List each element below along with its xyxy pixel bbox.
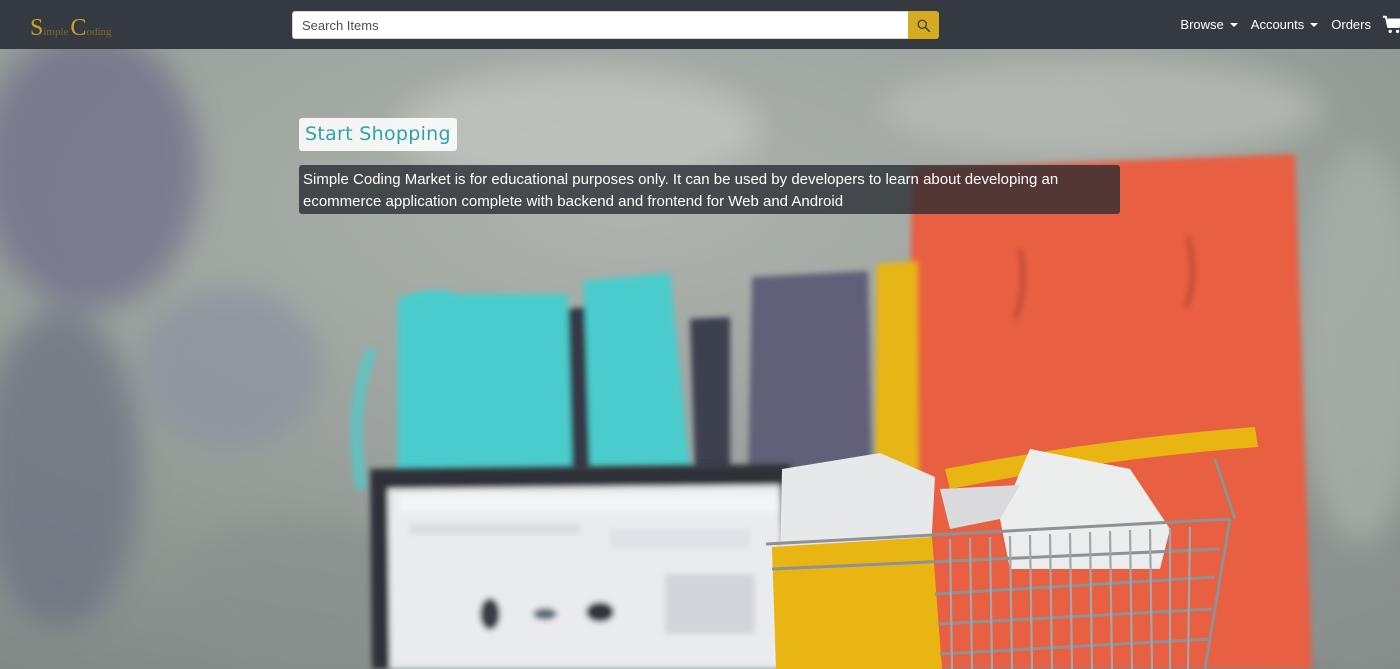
nav-menu: Browse Accounts Orders (1167, 0, 1400, 49)
orders-link[interactable]: Orders (1331, 17, 1371, 32)
hero-background-image (0, 49, 1400, 669)
search-input[interactable] (292, 11, 908, 39)
search-icon (917, 19, 930, 32)
caret-down-icon (1310, 22, 1319, 27)
cart-button[interactable] (1382, 14, 1400, 36)
browse-dropdown[interactable]: Browse (1180, 17, 1238, 32)
caret-down-icon (1229, 22, 1238, 27)
orders-label: Orders (1331, 17, 1371, 32)
shopping-cart-icon (1382, 15, 1400, 33)
search-button[interactable] (908, 11, 939, 39)
brand-letter-s: S (30, 15, 44, 41)
accounts-label: Accounts (1250, 17, 1305, 32)
top-navbar: S imple C oding Browse Accounts Orders (0, 0, 1400, 49)
brand-logo[interactable]: S imple C oding (30, 10, 114, 40)
brand-letter-c: C (70, 15, 87, 41)
hero-banner: Start Shopping Simple Coding Market is f… (0, 49, 1400, 669)
brand-text-oding: oding (86, 26, 112, 38)
brand-text-imple: imple (43, 26, 69, 38)
hero-title: Start Shopping (299, 118, 457, 151)
hero-description: Simple Coding Market is for educational … (299, 165, 1120, 214)
accounts-dropdown[interactable]: Accounts (1250, 17, 1319, 32)
search-bar (292, 11, 939, 39)
browse-label: Browse (1180, 17, 1224, 32)
